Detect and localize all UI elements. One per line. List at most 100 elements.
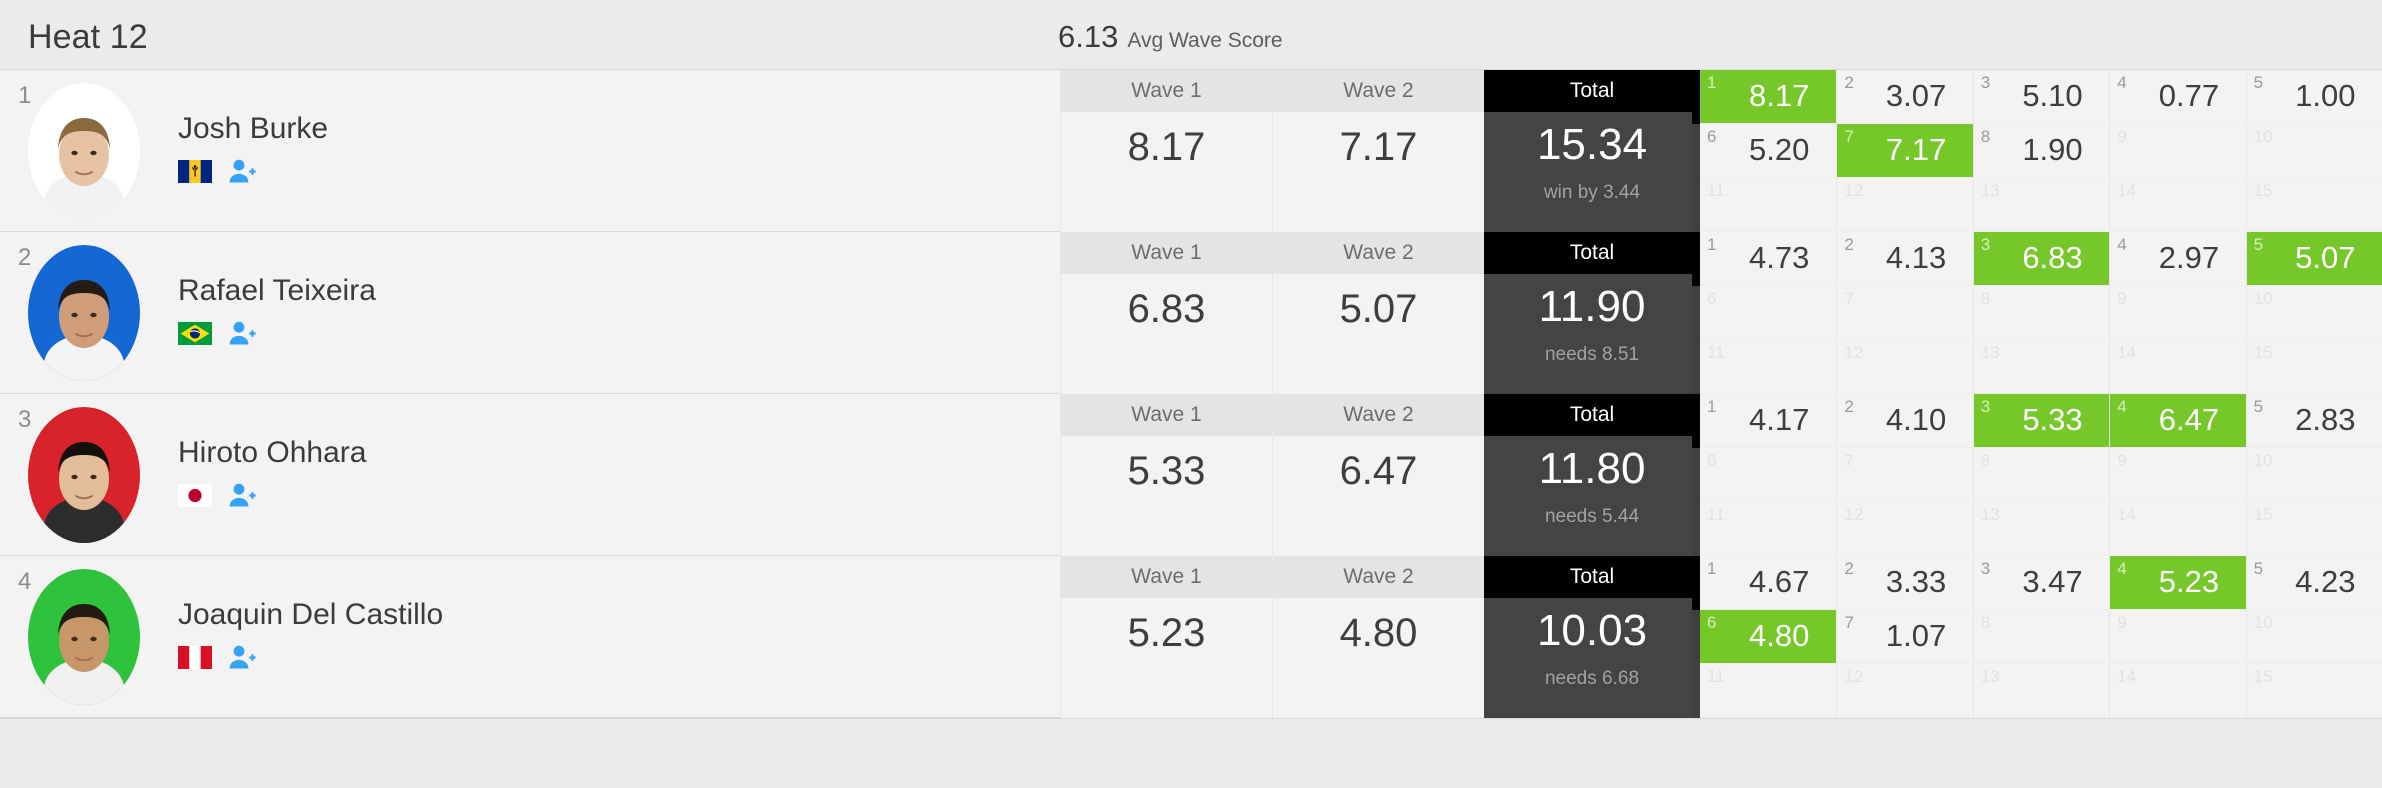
wave-cell[interactable]: 6 5.20 xyxy=(1700,124,1837,178)
wave-cell[interactable]: 1 4.73 xyxy=(1700,232,1837,286)
wave-cell[interactable]: 13 xyxy=(1972,502,2110,556)
wave-cell[interactable]: 9 xyxy=(2109,610,2246,664)
add-person-icon[interactable] xyxy=(228,320,256,346)
total-body: 11.90 needs 8.51 xyxy=(1484,274,1700,394)
wave2-header: Wave 2 xyxy=(1273,232,1484,274)
wave-cell[interactable]: 8 xyxy=(1972,286,2110,340)
wave-cell[interactable]: 6 4.80 xyxy=(1700,610,1837,664)
add-person-icon[interactable] xyxy=(228,482,256,508)
wave-cell[interactable]: 11 xyxy=(1700,502,1837,556)
wave-cell[interactable]: 7 xyxy=(1836,286,1973,340)
wave-cell[interactable]: 7 1.07 xyxy=(1836,610,1973,664)
wave-number: 8 xyxy=(1980,127,1991,146)
add-person-icon[interactable] xyxy=(228,158,256,184)
wave-cell[interactable]: 7 xyxy=(1836,448,1973,502)
wave-cell[interactable]: 14 xyxy=(2109,502,2246,556)
wave-cell[interactable]: 11 xyxy=(1700,664,1837,718)
athlete-name[interactable]: Rafael Teixeira xyxy=(178,274,376,308)
athlete-name[interactable]: Hiroto Ohhara xyxy=(178,436,366,470)
page-title: Heat 12 xyxy=(28,18,148,56)
wave-cell[interactable]: 2 3.07 xyxy=(1836,70,1973,124)
athlete-row[interactable]: 4 Joaquin Del Castillo Wave 1 5.23 Wave 24… xyxy=(0,556,2382,718)
wave-cell[interactable]: 12 xyxy=(1836,178,1973,232)
avatar[interactable] xyxy=(28,83,140,219)
wave-cell[interactable]: 14 xyxy=(2109,178,2246,232)
wave-cell[interactable]: 13 xyxy=(1972,178,2110,232)
wave-cell[interactable]: 2 4.13 xyxy=(1836,232,1973,286)
wave-cell[interactable]: 9 xyxy=(2109,286,2246,340)
wave-cell[interactable]: 1 8.17 xyxy=(1700,70,1837,124)
wave-cell[interactable]: 4 6.47 xyxy=(2109,394,2246,448)
wave-cell[interactable]: 5 1.00 xyxy=(2245,70,2382,124)
wave-score: 3.47 xyxy=(2022,563,2083,599)
wave-cell[interactable]: 15 xyxy=(2245,502,2382,556)
wave-cell[interactable]: 10 xyxy=(2245,448,2382,502)
athlete-row[interactable]: 3 Hiroto Ohhara Wave 1 5.33 Wave 2 6.47 Tota… xyxy=(0,394,2382,556)
wave-cell[interactable]: 10 xyxy=(2245,610,2382,664)
wave-cell[interactable]: 11 xyxy=(1700,340,1837,394)
athlete-name[interactable]: Josh Burke xyxy=(178,112,328,146)
wave-cell[interactable]: 11 xyxy=(1700,178,1837,232)
wave-cell[interactable]: 15 xyxy=(2245,340,2382,394)
wave-cell[interactable]: 10 xyxy=(2245,124,2382,178)
wave-cell[interactable]: 2 3.33 xyxy=(1836,556,1973,610)
wave-number: 5 xyxy=(2253,73,2264,92)
wave-cell[interactable]: 12 xyxy=(1836,340,1973,394)
wave-score xyxy=(1894,312,1916,314)
wave-score xyxy=(2167,690,2189,692)
wave-number: 11 xyxy=(1707,667,1725,686)
wave-cell[interactable]: 2 4.10 xyxy=(1836,394,1973,448)
wave2-score-column: Wave 2 7.17 xyxy=(1272,70,1484,232)
wave2-score-column: Wave 2 4.80 xyxy=(1272,556,1484,718)
wave-cell[interactable]: 9 xyxy=(2109,124,2246,178)
grid-edge-divider xyxy=(1692,232,1700,394)
athlete-name[interactable]: Joaquin Del Castillo xyxy=(178,598,443,632)
wave-cell[interactable]: 12 xyxy=(1836,502,1973,556)
heat-header: Heat 12 6.13 Avg Wave Score xyxy=(0,0,2382,70)
total-note: needs 5.44 xyxy=(1544,505,1640,527)
wave-cell[interactable]: 3 6.83 xyxy=(1972,232,2110,286)
wave-cell[interactable]: 6 xyxy=(1700,448,1837,502)
wave-cell[interactable]: 8 xyxy=(1972,610,2110,664)
wave-cell[interactable]: 4 2.97 xyxy=(2109,232,2246,286)
wave-cell[interactable]: 8 xyxy=(1972,448,2110,502)
add-person-icon[interactable] xyxy=(228,644,256,670)
wave1-score-column: Wave 1 5.33 xyxy=(1060,394,1272,556)
athlete-row[interactable]: 1 Josh Burke Wave 1 8.17 Wave 2 7.17 Total 15 xyxy=(0,70,2382,232)
wave-cell[interactable]: 8 1.90 xyxy=(1972,124,2110,178)
wave-score xyxy=(2167,366,2189,368)
wave-cell[interactable]: 14 xyxy=(2109,664,2246,718)
wave-cell[interactable]: 13 xyxy=(1972,340,2110,394)
avatar[interactable] xyxy=(28,407,140,543)
athlete-row[interactable]: 2 Rafael Teixeira Wave 1 6.83 Wave 2 5.07 To… xyxy=(0,232,2382,394)
wave1-score: 8.17 xyxy=(1061,112,1272,232)
wave-cell[interactable]: 3 5.10 xyxy=(1972,70,2110,124)
wave-cell[interactable]: 13 xyxy=(1972,664,2110,718)
wave-cell[interactable]: 15 xyxy=(2245,664,2382,718)
athlete-meta xyxy=(178,482,256,508)
wave-cell[interactable]: 10 xyxy=(2245,286,2382,340)
wave-number: 14 xyxy=(2117,343,2137,362)
wave-cell[interactable]: 4 0.77 xyxy=(2109,70,2246,124)
avatar[interactable] xyxy=(28,245,140,381)
wave-cell[interactable]: 4 5.23 xyxy=(2109,556,2246,610)
wave-cell[interactable]: 7 7.17 xyxy=(1836,124,1973,178)
wave-cell[interactable]: 3 3.47 xyxy=(1972,556,2110,610)
wave-score: 3.33 xyxy=(1885,563,1947,599)
wave-cell[interactable]: 3 5.33 xyxy=(1972,394,2110,448)
wave-cell[interactable]: 1 4.17 xyxy=(1700,394,1837,448)
wave-number: 9 xyxy=(2117,613,2127,632)
wave-cell[interactable]: 5 5.07 xyxy=(2245,232,2382,286)
wave-number: 5 xyxy=(2253,397,2264,416)
wave-number: 15 xyxy=(2253,343,2273,362)
wave-cell[interactable]: 15 xyxy=(2245,178,2382,232)
wave-cell[interactable]: 14 xyxy=(2109,340,2246,394)
wave-cell[interactable]: 9 xyxy=(2109,448,2246,502)
wave-cell[interactable]: 6 xyxy=(1700,286,1837,340)
wave-number: 2 xyxy=(1844,73,1854,92)
avatar[interactable] xyxy=(28,569,140,705)
wave-cell[interactable]: 5 2.83 xyxy=(2245,394,2382,448)
wave-cell[interactable]: 1 4.67 xyxy=(1700,556,1837,610)
wave-cell[interactable]: 5 4.23 xyxy=(2245,556,2382,610)
wave-cell[interactable]: 12 xyxy=(1836,664,1973,718)
